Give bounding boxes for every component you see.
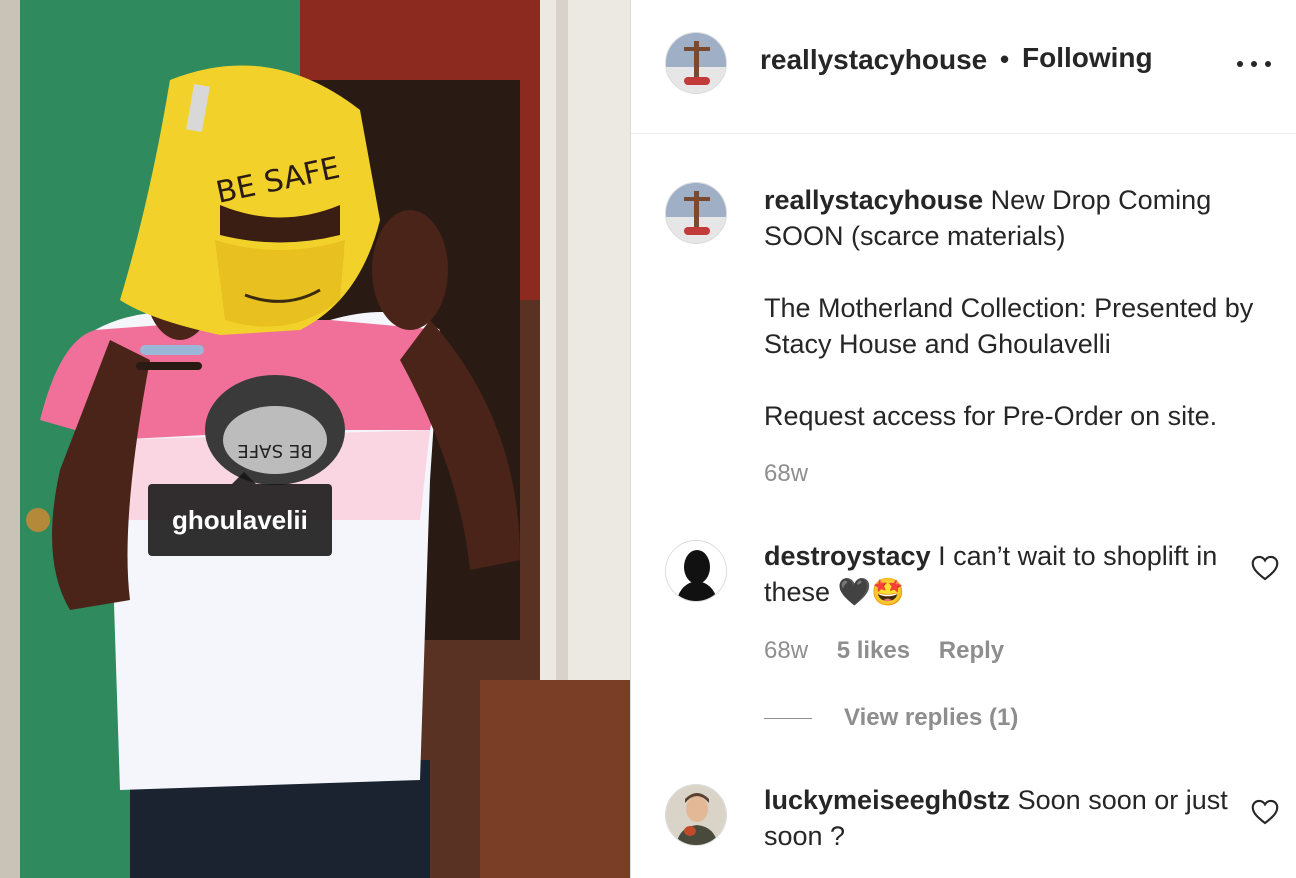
heart-icon[interactable] [1251, 555, 1279, 581]
shirt-print: BE SAFE [237, 440, 312, 461]
comment-actions: 68w 5 likes Reply [764, 637, 1026, 665]
caption-username[interactable]: reallystacyhouse [764, 185, 983, 215]
following-button[interactable]: Following [1022, 42, 1153, 74]
comment-likes[interactable]: 5 likes [837, 637, 910, 664]
post-detail-panel: reallystacyhouse • Following reallystacy… [630, 0, 1296, 878]
reply-button[interactable]: Reply [939, 637, 1004, 664]
comment-username[interactable]: destroystacy [764, 541, 931, 571]
author-avatar[interactable] [665, 32, 727, 94]
caption-line-3: Request access for Pre-Order on site. [764, 401, 1218, 431]
user-tag[interactable]: ghoulavelii [148, 472, 332, 556]
view-replies-button[interactable]: View replies (1) [764, 704, 1018, 732]
caption-line-2: The Motherland Collection: Presented by … [764, 293, 1254, 359]
caption-avatar[interactable] [665, 182, 727, 244]
comment: luckymeiseegh0stz Soon soon or just soon… [764, 782, 1234, 854]
avatar-image [666, 33, 726, 93]
comment: destroystacy I can’t wait to shoplift in… [764, 538, 1234, 610]
post-caption: reallystacyhouse New Drop Coming SOON (s… [764, 182, 1264, 492]
author-username[interactable]: reallystacyhouse [760, 44, 987, 76]
comment-avatar[interactable] [665, 540, 727, 602]
header-separator: • [1000, 44, 1010, 74]
post-header: reallystacyhouse • Following [631, 0, 1296, 134]
comment-username[interactable]: luckymeiseegh0stz [764, 785, 1010, 815]
comment-avatar[interactable] [665, 784, 727, 846]
post-photo[interactable]: BE SAFE BE SAFE ghoulavelii [0, 0, 630, 878]
comment-age[interactable]: 68w [764, 637, 808, 664]
replies-divider [764, 717, 812, 719]
avatar-image [666, 183, 726, 243]
view-replies-label: View replies (1) [844, 704, 1019, 731]
avatar-image [666, 541, 726, 601]
avatar-image [666, 785, 726, 845]
user-tag-label: ghoulavelii [172, 505, 308, 535]
caption-age[interactable]: 68w [764, 456, 1264, 492]
more-options-icon[interactable] [1237, 57, 1271, 71]
heart-icon[interactable] [1251, 799, 1279, 825]
photo-illustration: BE SAFE BE SAFE [0, 0, 630, 878]
